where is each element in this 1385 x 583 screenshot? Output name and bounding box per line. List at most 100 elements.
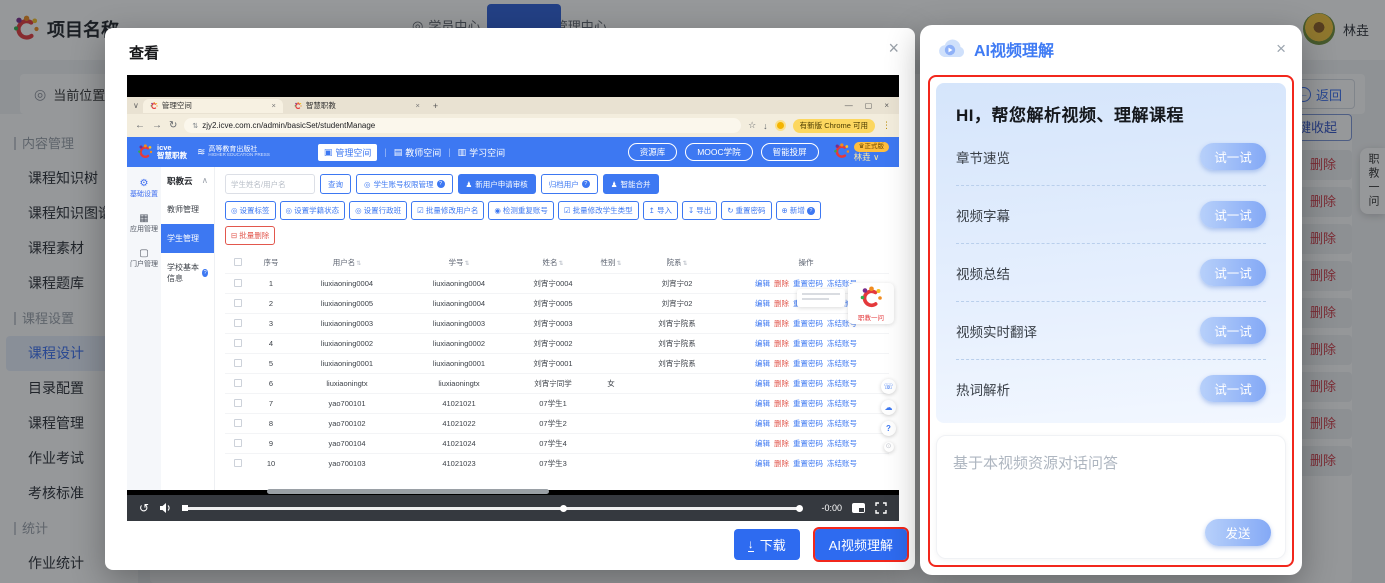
toolbar-button[interactable]: 查询 ? xyxy=(320,174,351,194)
helper-float-widget[interactable]: 职教一问 xyxy=(848,283,894,324)
try-it-button[interactable]: 试一试 xyxy=(1200,375,1266,402)
help-icon[interactable]: ? xyxy=(881,421,896,436)
toolbar-chip-button[interactable]: ↻ 重置密码 ? xyxy=(721,201,771,220)
replay-icon[interactable]: ↺ xyxy=(139,501,149,515)
site-pill-button[interactable]: 资源库 xyxy=(628,143,678,161)
freeze-account-link[interactable]: 冻结账号 xyxy=(827,359,857,368)
toolbar-button[interactable]: 归档用户 ? xyxy=(541,174,598,194)
column-header[interactable]: 院系⇅ xyxy=(631,257,723,268)
reset-password-link[interactable]: 重置密码 xyxy=(793,399,823,408)
row-checkbox[interactable] xyxy=(234,419,242,427)
delete-link[interactable]: 删除 xyxy=(774,339,789,348)
delete-link[interactable]: 删除 xyxy=(774,379,789,388)
delete-link[interactable]: 删除 xyxy=(774,279,789,288)
edit-link[interactable]: 编辑 xyxy=(755,419,770,428)
try-it-button[interactable]: 试一试 xyxy=(1200,317,1266,344)
row-checkbox[interactable] xyxy=(234,439,242,447)
video-player[interactable]: ∨ 管理空间 × 智慧职教 × + — ▢ × xyxy=(127,75,899,521)
row-checkbox[interactable] xyxy=(234,459,242,467)
contact-icon[interactable]: ☏ xyxy=(881,379,896,394)
toolbar-chip-button[interactable]: ◎ 设置标签 ? xyxy=(225,201,276,220)
freeze-account-link[interactable]: 冻结账号 xyxy=(827,339,857,348)
progress-track[interactable] xyxy=(182,495,811,521)
edit-link[interactable]: 编辑 xyxy=(755,459,770,468)
delete-link[interactable]: 删除 xyxy=(774,399,789,408)
edit-link[interactable]: 编辑 xyxy=(755,339,770,348)
toolbar-button[interactable]: ◎ 学生账号权限管理 ? xyxy=(356,174,453,194)
select-all-checkbox[interactable] xyxy=(234,258,242,266)
edit-link[interactable]: 编辑 xyxy=(755,319,770,328)
row-checkbox[interactable] xyxy=(234,339,242,347)
try-it-button[interactable]: 试一试 xyxy=(1200,259,1266,286)
reset-password-link[interactable]: 重置密码 xyxy=(793,279,823,288)
freeze-account-link[interactable]: 冻结账号 xyxy=(827,379,857,388)
site-pill-button[interactable]: MOOC学院 xyxy=(685,143,752,161)
freeze-account-link[interactable]: 冻结账号 xyxy=(827,419,857,428)
submenu-item[interactable]: 学校基本信息 ? xyxy=(161,253,214,293)
delete-link[interactable]: 删除 xyxy=(774,299,789,308)
row-checkbox[interactable] xyxy=(234,399,242,407)
column-header[interactable]: 性别⇅ xyxy=(591,257,631,268)
try-it-button[interactable]: 试一试 xyxy=(1200,143,1266,170)
reset-password-link[interactable]: 重置密码 xyxy=(793,439,823,448)
try-it-button[interactable]: 试一试 xyxy=(1200,201,1266,228)
reset-password-link[interactable]: 重置密码 xyxy=(793,319,823,328)
submenu-title-row[interactable]: 职教云 ∧ xyxy=(161,167,214,195)
module-rail-item[interactable]: ⚙ 基础设置 xyxy=(127,177,161,199)
edit-link[interactable]: 编辑 xyxy=(755,379,770,388)
row-checkbox[interactable] xyxy=(234,279,242,287)
freeze-account-link[interactable]: 冻结账号 xyxy=(827,459,857,468)
batch-delete-button[interactable]: ⊟ 批量删除 xyxy=(225,226,275,245)
toolbar-chip-button[interactable]: ↥ 导入 ? xyxy=(643,201,678,220)
delete-link[interactable]: 删除 xyxy=(774,419,789,428)
site-nav-item[interactable]: ▤教师空间 xyxy=(394,146,442,159)
delete-link[interactable]: 删除 xyxy=(774,319,789,328)
toolbar-chip-button[interactable]: ⊕ 新增 ? xyxy=(776,201,821,220)
reset-password-link[interactable]: 重置密码 xyxy=(793,459,823,468)
edit-link[interactable]: 编辑 xyxy=(755,439,770,448)
row-checkbox[interactable] xyxy=(234,299,242,307)
send-button[interactable]: 发送 xyxy=(1205,519,1271,546)
toolbar-button[interactable]: ♟ 智能合并 ? xyxy=(603,174,659,194)
toolbar-chip-button[interactable]: ☑ 批量修改用户名 ? xyxy=(411,201,484,220)
site-nav-item[interactable]: ▥学习空间 xyxy=(458,146,506,159)
row-checkbox[interactable] xyxy=(234,359,242,367)
column-header[interactable]: 姓名⇅ xyxy=(515,257,591,268)
chat-input-placeholder[interactable]: 基于本视频资源对话问答 xyxy=(953,452,1269,473)
toolbar-chip-button[interactable]: ◎ 设置行政班 ? xyxy=(349,201,407,220)
reset-password-link[interactable]: 重置密码 xyxy=(793,379,823,388)
freeze-account-link[interactable]: 冻结账号 xyxy=(827,439,857,448)
edit-link[interactable]: 编辑 xyxy=(755,359,770,368)
site-user[interactable]: ♛正式版 林垚 ∨ xyxy=(833,141,889,162)
row-checkbox[interactable] xyxy=(234,379,242,387)
horizontal-scrollbar[interactable] xyxy=(267,489,549,494)
submenu-item[interactable]: 学生管理 ? xyxy=(161,224,214,253)
playhead-handle[interactable] xyxy=(182,505,188,511)
settings-dot-icon[interactable]: ⊙ xyxy=(884,442,894,452)
site-pill-button[interactable]: 智能投屏 xyxy=(761,143,819,161)
download-button[interactable]: ↓ 下载 xyxy=(734,529,800,560)
delete-link[interactable]: 删除 xyxy=(774,359,789,368)
modal-close-icon[interactable]: × xyxy=(888,38,899,59)
reset-password-link[interactable]: 重置密码 xyxy=(793,359,823,368)
row-checkbox[interactable] xyxy=(234,319,242,327)
toolbar-chip-button[interactable]: ↧ 导出 ? xyxy=(682,201,717,220)
column-header[interactable]: 用户名⇅ xyxy=(291,257,403,268)
edit-link[interactable]: 编辑 xyxy=(755,299,770,308)
volume-icon[interactable] xyxy=(159,502,172,514)
delete-link[interactable]: 删除 xyxy=(774,459,789,468)
toolbar-chip-button[interactable]: ☑ 批量修改学生类型 ? xyxy=(558,201,639,220)
column-header[interactable]: 学号⇅ xyxy=(403,257,515,268)
reset-password-link[interactable]: 重置密码 xyxy=(793,339,823,348)
ai-panel-close-icon[interactable]: × xyxy=(1276,39,1286,59)
toolbar-button[interactable]: ♟ 新用户申请审核 ? xyxy=(458,174,536,194)
reset-password-link[interactable]: 重置密码 xyxy=(793,419,823,428)
column-header[interactable]: 操作⇅ xyxy=(723,257,889,268)
module-rail-item[interactable]: ▦ 应用管理 xyxy=(127,212,161,234)
submenu-item[interactable]: 教师管理 ? xyxy=(161,195,214,224)
toolbar-chip-button[interactable]: ◎ 设置学籍状态 ? xyxy=(280,201,346,220)
ai-video-button[interactable]: AI视频理解 xyxy=(815,529,907,560)
picture-in-picture-icon[interactable] xyxy=(852,503,865,513)
site-nav-item-active[interactable]: ▣管理空间 xyxy=(318,144,378,161)
ai-chat-card[interactable]: 基于本视频资源对话问答 发送 xyxy=(936,435,1286,559)
